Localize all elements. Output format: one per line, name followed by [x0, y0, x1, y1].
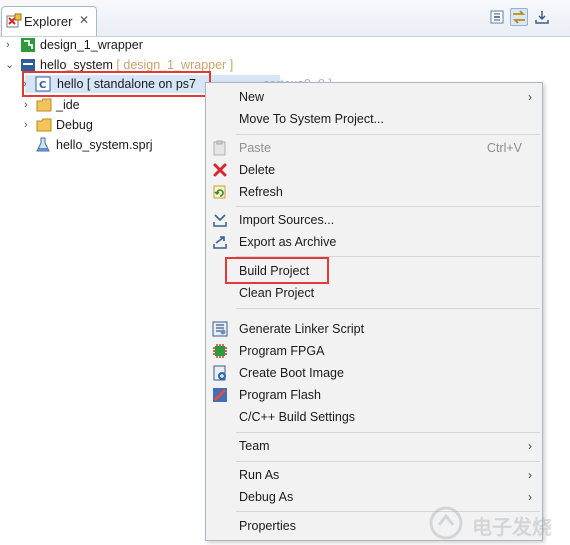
- tree-item-ide[interactable]: › _ide: [0, 95, 200, 115]
- menu-item-move-to-system-project[interactable]: Move To System Project...: [206, 109, 542, 129]
- highlight-box-hello: [22, 71, 211, 97]
- tree-item-hello-system-sprj[interactable]: hello_system.sprj: [0, 135, 200, 155]
- tree-item-debug[interactable]: › Debug: [0, 115, 200, 135]
- tree-item-label: design_1_wrapper: [40, 38, 143, 52]
- menu-item-label: Clean Project: [239, 286, 315, 300]
- menu-item-label: Program Flash: [239, 388, 321, 402]
- tree-item-label: _ide: [56, 98, 80, 112]
- tree-item-label: Debug: [56, 118, 93, 132]
- chevron-right-icon[interactable]: ›: [24, 115, 28, 135]
- program-flash-icon: [212, 387, 228, 403]
- menu-item-label: New: [239, 90, 265, 104]
- close-icon[interactable]: ✕: [79, 13, 89, 27]
- menu-item-label: Properties: [239, 519, 296, 533]
- menu-item-label: C/C++ Build Settings: [239, 410, 356, 424]
- refresh-icon: [212, 184, 228, 200]
- menu-separator: [236, 134, 540, 135]
- menu-item-label: Debug As: [239, 490, 294, 504]
- flask-icon: [36, 137, 50, 159]
- chevron-right-icon[interactable]: ›: [6, 35, 10, 55]
- menu-item-program-flash[interactable]: Program Flash: [206, 385, 542, 405]
- collapse-all-icon[interactable]: [488, 8, 506, 26]
- menu-item-generate-linker-script[interactable]: Generate Linker Script: [206, 319, 542, 339]
- menu-item-clean-project[interactable]: Clean Project: [206, 283, 542, 303]
- menu-item-export-as-archive[interactable]: Export as Archive: [206, 232, 542, 252]
- menu-item-paste[interactable]: Paste Ctrl+V: [206, 138, 542, 158]
- menu-item-build-settings[interactable]: C/C++ Build Settings: [206, 407, 542, 427]
- menu-item-label: Run As: [239, 468, 280, 482]
- chevron-down-icon[interactable]: ⌄: [5, 55, 14, 75]
- boot-image-icon: [212, 365, 228, 381]
- link-with-editor-icon[interactable]: [510, 8, 528, 26]
- menu-item-refresh[interactable]: Refresh: [206, 182, 542, 202]
- menu-item-label: Team: [239, 439, 270, 453]
- menu-item-new[interactable]: New ›: [206, 87, 542, 107]
- menu-item-run-as[interactable]: Run As ›: [206, 465, 542, 485]
- submenu-arrow-icon: ›: [528, 439, 532, 453]
- menu-item-team[interactable]: Team ›: [206, 436, 542, 456]
- menu-item-create-boot-image[interactable]: Create Boot Image: [206, 363, 542, 383]
- menu-separator: [236, 308, 540, 309]
- watermark-text: 电子发烧: [472, 517, 552, 539]
- menu-item-label: Program FPGA: [239, 344, 325, 358]
- paste-icon: [212, 140, 228, 156]
- submenu-arrow-icon: ›: [528, 90, 532, 104]
- program-fpga-icon: [212, 343, 228, 359]
- view-menu-icon[interactable]: [533, 8, 551, 26]
- menu-item-label: Paste: [239, 141, 271, 155]
- menu-item-label: Delete: [239, 163, 276, 177]
- menu-separator: [236, 432, 540, 433]
- watermark: 电子发烧: [428, 505, 568, 541]
- delete-icon: [212, 162, 228, 178]
- menu-item-label: Generate Linker Script: [239, 322, 365, 336]
- menu-separator: [236, 461, 540, 462]
- menu-item-label: Export as Archive: [239, 235, 337, 249]
- submenu-arrow-icon: ›: [528, 490, 532, 504]
- menu-item-label: Refresh: [239, 185, 283, 199]
- linker-script-icon: [212, 321, 228, 337]
- tree-item-design-1-wrapper[interactable]: › design_1_wrapper: [0, 35, 200, 55]
- menu-item-debug-as[interactable]: Debug As ›: [206, 487, 542, 507]
- tab-title: Explorer: [24, 14, 73, 29]
- menu-item-program-fpga[interactable]: Program FPGA: [206, 341, 542, 361]
- tree-item-label: hello_system: [40, 58, 113, 72]
- menu-item-delete[interactable]: Delete: [206, 160, 542, 180]
- menu-separator: [236, 206, 540, 207]
- menu-item-import-sources[interactable]: Import Sources...: [206, 210, 542, 230]
- submenu-arrow-icon: ›: [528, 468, 532, 482]
- chevron-right-icon[interactable]: ›: [24, 95, 28, 115]
- menu-item-shortcut: Ctrl+V: [486, 141, 522, 155]
- export-icon: [212, 234, 228, 250]
- tree-item-decoration: [ design_1_wrapper ]: [112, 58, 234, 72]
- menu-item-label: Import Sources...: [239, 213, 335, 227]
- highlight-box-build-project: [225, 257, 329, 284]
- explorer-view-icon: [6, 13, 22, 32]
- context-menu: New › Move To System Project... Paste Ct…: [205, 82, 543, 541]
- menu-item-label: Move To System Project...: [239, 112, 384, 126]
- import-icon: [212, 212, 228, 228]
- watermark-logo-icon: [429, 506, 463, 540]
- view-tab-bar: Explorer ✕: [0, 0, 570, 37]
- tab-explorer[interactable]: Explorer ✕: [1, 6, 97, 36]
- tree-item-label: hello_system.sprj: [56, 138, 153, 152]
- menu-item-label: Create Boot Image: [239, 366, 344, 380]
